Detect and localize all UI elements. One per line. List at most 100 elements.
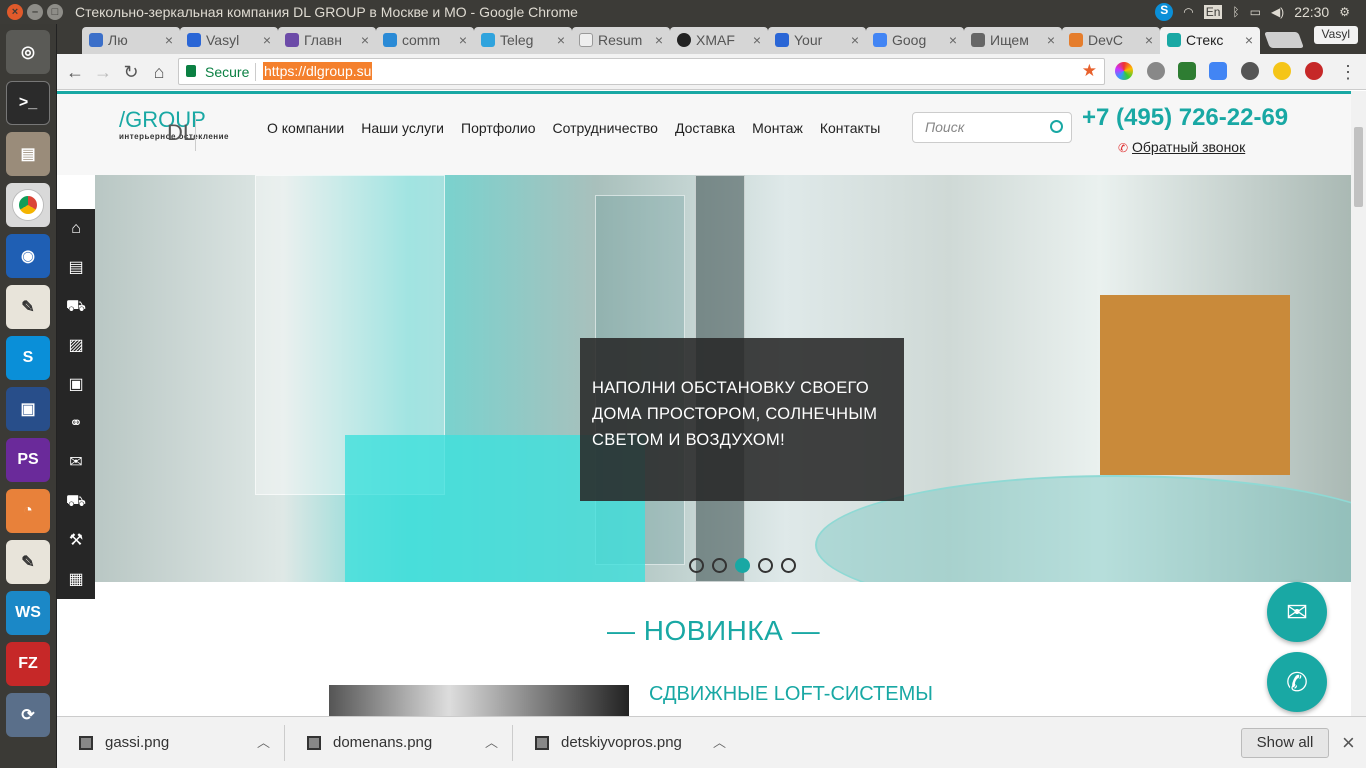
- new-tab-button[interactable]: [1264, 32, 1304, 48]
- show-all-downloads-button[interactable]: Show all: [1241, 728, 1329, 758]
- search-input[interactable]: Поиск: [912, 112, 1072, 143]
- menu-kebab-icon[interactable]: ⋮: [1337, 61, 1359, 83]
- translate-extension-icon[interactable]: [1209, 62, 1227, 80]
- phpstorm-icon[interactable]: PS: [6, 438, 50, 482]
- envelope-icon[interactable]: ✉: [57, 443, 95, 482]
- calculator-icon[interactable]: ▦: [57, 560, 95, 599]
- adblock-extension-icon[interactable]: [1305, 62, 1323, 80]
- wifi-icon[interactable]: ◠: [1183, 5, 1193, 19]
- lightbulb-extension-icon[interactable]: [1273, 62, 1291, 80]
- truck-icon[interactable]: ⛟: [57, 482, 95, 521]
- close-tab-icon[interactable]: ×: [1047, 27, 1055, 53]
- close-tab-icon[interactable]: ×: [459, 27, 467, 53]
- slider-dot[interactable]: [689, 558, 704, 573]
- download-item[interactable]: gassi.png ︿: [57, 725, 285, 761]
- close-tab-icon[interactable]: ×: [165, 27, 173, 53]
- gear-icon[interactable]: ⚙: [1339, 5, 1350, 19]
- webstorm-icon[interactable]: WS: [6, 591, 50, 635]
- tab-active[interactable]: Стекс ×: [1160, 27, 1260, 54]
- battery-icon[interactable]: ▭: [1250, 5, 1261, 19]
- cart-icon[interactable]: ⛟: [57, 287, 95, 326]
- slider-dot-active[interactable]: [735, 558, 750, 573]
- slider-dot[interactable]: [758, 558, 773, 573]
- menu-item-about[interactable]: О компании: [267, 120, 344, 136]
- download-item[interactable]: domenans.png ︿: [285, 725, 513, 761]
- close-tab-icon[interactable]: ×: [851, 27, 859, 53]
- text-editor-icon[interactable]: ✎: [6, 285, 50, 329]
- maximize-window-button[interactable]: □: [47, 4, 63, 20]
- page-scrollbar[interactable]: [1351, 91, 1366, 716]
- close-tab-icon[interactable]: ×: [949, 27, 957, 53]
- skype-icon[interactable]: S: [1155, 3, 1174, 21]
- close-tab-icon[interactable]: ×: [361, 27, 369, 53]
- close-window-button[interactable]: ×: [7, 4, 23, 20]
- home-icon[interactable]: ⌂: [148, 61, 170, 83]
- tab[interactable]: Vasyl ×: [180, 27, 278, 54]
- site-logo[interactable]: DL/GROUP интерьерное остекление: [119, 107, 229, 151]
- close-tab-icon[interactable]: ×: [557, 27, 565, 53]
- tab[interactable]: Лю ×: [82, 27, 180, 54]
- close-icon[interactable]: ×: [1342, 730, 1355, 756]
- download-item[interactable]: detskiyvopros.png ︿: [513, 725, 741, 761]
- tab[interactable]: comm ×: [376, 27, 474, 54]
- handshake-icon[interactable]: ⚭: [57, 404, 95, 443]
- menu-item-services[interactable]: Наши услуги: [361, 120, 444, 136]
- menu-item-delivery[interactable]: Доставка: [675, 120, 735, 136]
- email-fab-button[interactable]: ✉: [1267, 582, 1327, 642]
- search-icon[interactable]: [1050, 120, 1063, 133]
- blender-icon[interactable]: ◔: [6, 489, 50, 533]
- new-extension-icon[interactable]: [1178, 62, 1196, 80]
- home-icon[interactable]: ⌂: [57, 209, 95, 248]
- tab[interactable]: XMAF ×: [670, 27, 768, 54]
- slider-dot[interactable]: [712, 558, 727, 573]
- menu-item-installation[interactable]: Монтаж: [752, 120, 803, 136]
- promo-title[interactable]: СДВИЖНЫЕ LOFT-СИСТЕМЫ: [649, 683, 933, 706]
- tab[interactable]: DevC ×: [1062, 27, 1160, 54]
- terminal-icon[interactable]: >_: [6, 81, 50, 125]
- minimize-window-button[interactable]: –: [27, 4, 43, 20]
- close-tab-icon[interactable]: ×: [753, 27, 761, 53]
- settings-extension-icon[interactable]: [1147, 62, 1165, 80]
- profile-button[interactable]: Vasyl: [1313, 26, 1358, 44]
- close-tab-icon[interactable]: ×: [263, 27, 271, 53]
- firefox-icon[interactable]: ◉: [6, 234, 50, 278]
- keyboard-layout[interactable]: En: [1203, 5, 1223, 19]
- virtualbox-icon[interactable]: ▣: [6, 387, 50, 431]
- menu-item-portfolio[interactable]: Портфолио: [461, 120, 536, 136]
- image-icon[interactable]: ▨: [57, 326, 95, 365]
- skype-preview-icon[interactable]: S: [6, 336, 50, 380]
- promo-image[interactable]: [329, 685, 629, 716]
- tab[interactable]: Your ×: [768, 27, 866, 54]
- tab[interactable]: Teleg ×: [474, 27, 572, 54]
- chrome-icon[interactable]: [6, 183, 50, 227]
- tab[interactable]: Goog ×: [866, 27, 964, 54]
- tab[interactable]: Главн ×: [278, 27, 376, 54]
- book-icon[interactable]: ▤: [57, 248, 95, 287]
- file-cabinet-icon[interactable]: ▤: [6, 132, 50, 176]
- call-fab-button[interactable]: ✆: [1267, 652, 1327, 712]
- scrollbar-thumb[interactable]: [1354, 127, 1363, 207]
- menu-item-contacts[interactable]: Контакты: [820, 120, 880, 136]
- callback-link[interactable]: ✆ Обратный звонок: [1118, 139, 1245, 155]
- reload-icon[interactable]: ↻: [120, 61, 142, 83]
- color-picker-extension-icon[interactable]: [1115, 62, 1133, 80]
- slider-dot[interactable]: [781, 558, 796, 573]
- wrench-icon[interactable]: ⚒: [57, 521, 95, 560]
- volume-icon[interactable]: ◀): [1271, 5, 1284, 19]
- chevron-up-icon[interactable]: ︿: [257, 725, 270, 761]
- tab[interactable]: Ищем ×: [964, 27, 1062, 54]
- software-updater-icon[interactable]: ⟳: [6, 693, 50, 737]
- forward-icon[interactable]: →: [92, 61, 114, 83]
- menu-item-cooperation[interactable]: Сотрудничество: [553, 120, 658, 136]
- gear-extension-icon[interactable]: [1241, 62, 1259, 80]
- close-tab-icon[interactable]: ×: [1245, 27, 1253, 53]
- back-icon[interactable]: ←: [64, 61, 86, 83]
- clock[interactable]: 22:30: [1294, 4, 1329, 20]
- notes-icon[interactable]: ✎: [6, 540, 50, 584]
- bluetooth-icon[interactable]: ᛒ: [1232, 5, 1239, 19]
- address-bar[interactable]: Secure https://dlgroup.su ★: [178, 58, 1105, 85]
- briefcase-icon[interactable]: ▣: [57, 365, 95, 404]
- phone-number[interactable]: +7 (495) 726-22-69: [1082, 104, 1288, 132]
- chevron-up-icon[interactable]: ︿: [485, 725, 498, 761]
- tab[interactable]: Resum ×: [572, 27, 670, 54]
